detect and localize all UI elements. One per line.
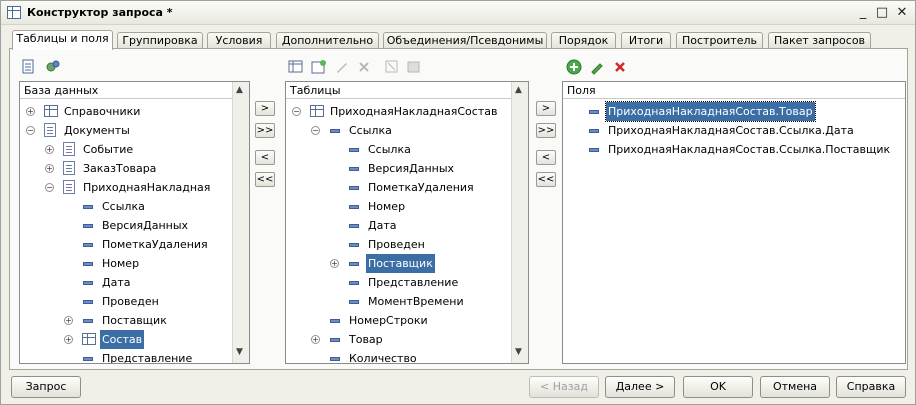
query-constructor-window: Конструктор запроса * _ □ ✕ Таблицы и по…: [0, 0, 916, 405]
delete-icon[interactable]: [612, 59, 628, 75]
tab-unions-aliases[interactable]: Объединения/Псевдонимы: [383, 32, 547, 49]
window-title: Конструктор запроса *: [27, 6, 173, 19]
add-table-icon[interactable]: [288, 59, 304, 75]
add-all-fields-button[interactable]: >>: [536, 123, 556, 138]
tab-builder[interactable]: Построитель: [676, 32, 763, 49]
table-icon[interactable]: [21, 59, 37, 75]
database-panel-header: База данных: [20, 82, 249, 99]
edit-table-icon: [337, 63, 347, 73]
fields-panel-header: Поля: [563, 82, 905, 99]
delete-table-icon: [359, 62, 369, 72]
rename-table-icon: [407, 61, 420, 73]
move-all-left-button[interactable]: <<: [255, 172, 275, 187]
edit-icon[interactable]: [589, 59, 605, 75]
tab-conditions[interactable]: Условия: [207, 32, 271, 49]
maximize-button[interactable]: □: [874, 5, 890, 21]
help-button[interactable]: Справка: [836, 376, 906, 398]
cancel-button[interactable]: Отмена: [760, 376, 830, 398]
move-left-button[interactable]: <: [255, 150, 275, 165]
add-field-button[interactable]: >: [536, 101, 556, 116]
tab-query-batch[interactable]: Пакет запросов: [768, 32, 871, 49]
tab-totals[interactable]: Итоги: [621, 32, 671, 49]
database-scrollbar[interactable]: ▲ ▼: [232, 82, 249, 363]
minimize-button[interactable]: _: [855, 5, 871, 21]
move-right-button[interactable]: >: [255, 101, 275, 116]
tab-tables-fields[interactable]: Таблицы и поля: [12, 30, 113, 50]
query-button[interactable]: Запрос: [11, 376, 81, 398]
close-button[interactable]: ✕: [894, 5, 910, 21]
remove-all-fields-button[interactable]: <<: [536, 172, 556, 187]
tables-scrollbar[interactable]: ▲ ▼: [511, 82, 528, 363]
tab-order[interactable]: Порядок: [551, 32, 616, 49]
move-all-right-button[interactable]: >>: [255, 123, 275, 138]
tables-panel-header: Таблицы: [286, 82, 528, 99]
back-button[interactable]: < Назад: [529, 376, 599, 398]
add-icon[interactable]: [566, 59, 582, 75]
tab-additional[interactable]: Дополнительно: [276, 32, 379, 49]
tables-panel: Таблицы ▲ ▼ − ПриходнаяНакладнаяСостав − С…: [285, 81, 529, 364]
remove-field-button[interactable]: <: [536, 150, 556, 165]
tab-bar: Таблицы и поля Группировка Условия Допол…: [9, 30, 909, 50]
title-bar: Конструктор запроса * _ □ ✕: [1, 1, 915, 25]
window-table-icon: [7, 6, 21, 19]
add-subquery-icon[interactable]: [311, 59, 327, 75]
ok-button[interactable]: OK: [683, 376, 753, 398]
next-button[interactable]: Далее >: [605, 376, 675, 398]
settings-icon[interactable]: [45, 59, 61, 75]
tab-grouping[interactable]: Группировка: [117, 32, 203, 49]
database-panel: База данных ▲ ▼ + Справочники − Документы …: [19, 81, 250, 364]
replace-table-icon: [385, 60, 398, 73]
fields-panel: Поля ПриходнаяНакладнаяСостав.Товар Прих…: [562, 81, 906, 364]
